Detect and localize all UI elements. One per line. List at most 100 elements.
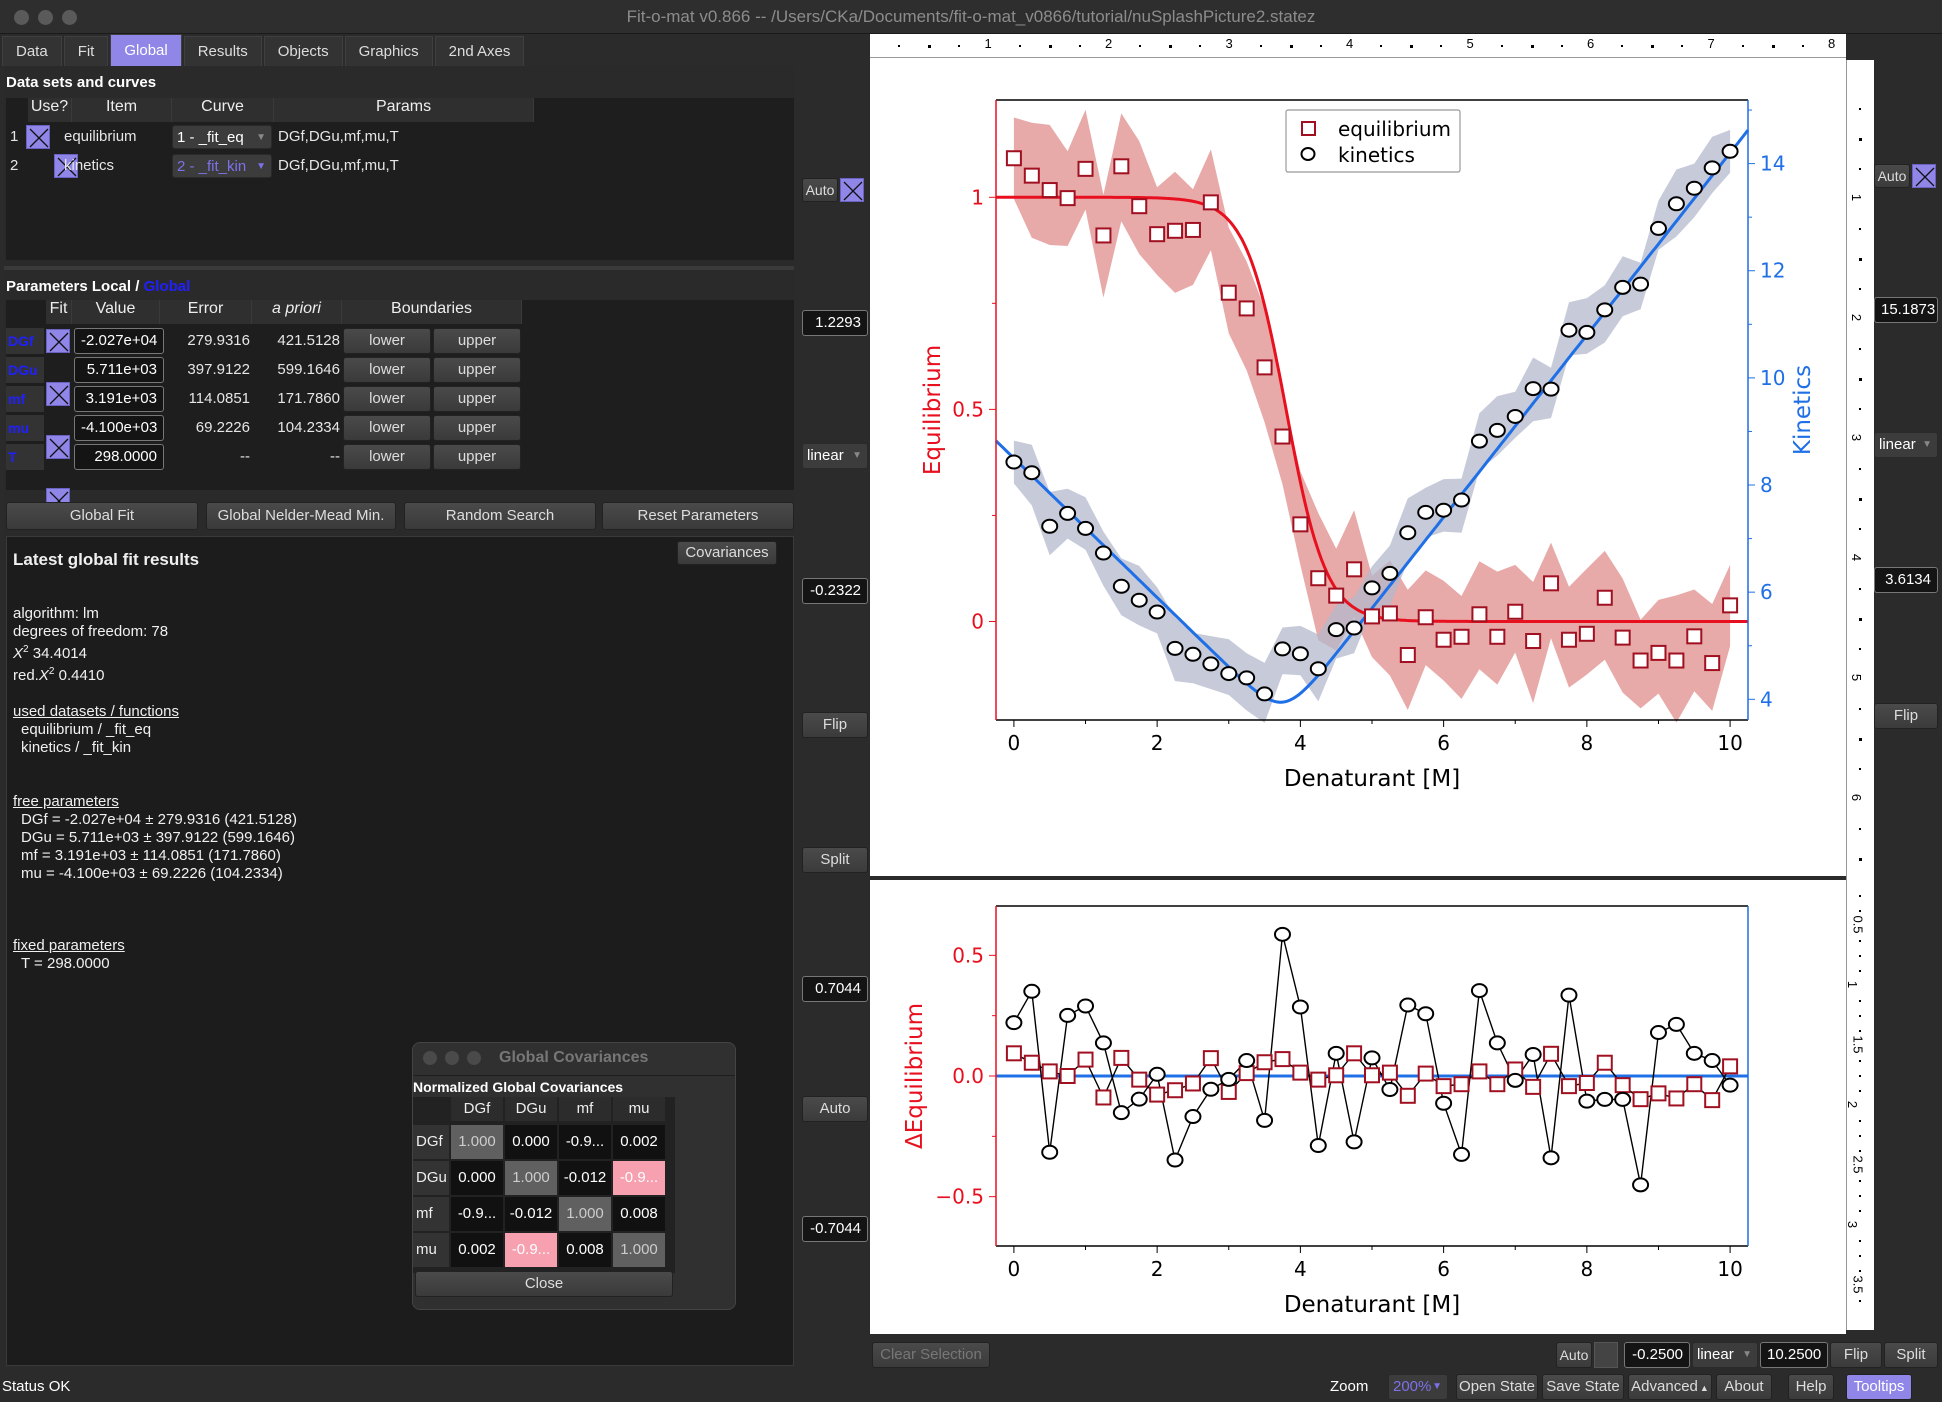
x-axis-max-input[interactable]: 10.2500 [1760,1342,1828,1368]
param-fit-checkbox[interactable] [46,382,70,406]
curve-select-1[interactable]: 1 - _fit_eq ▼ [172,125,272,149]
plot-splitter [870,876,1846,880]
cov-cell[interactable]: 0.008 [613,1197,665,1231]
left-axis-min-input[interactable]: -0.2322 [802,578,868,604]
cov-cell[interactable]: -0.9... [505,1233,557,1267]
right-axis-auto-checkbox[interactable] [1912,164,1936,188]
cov-cell[interactable]: -0.9... [559,1125,611,1159]
right-axis-max-input[interactable]: 15.1873 [1874,297,1938,323]
row-index: 1 [10,128,19,145]
left-axis-auto-checkbox[interactable] [840,178,864,202]
cov-cell[interactable]: 0.002 [613,1125,665,1159]
kinetics-point [1345,620,1363,636]
param-value-input[interactable]: 5.711e+03 [74,357,164,383]
param-upper-button[interactable]: upper [433,386,521,412]
cov-cell[interactable]: 1.000 [559,1197,611,1231]
param-value-input[interactable]: -4.100e+03 [74,415,164,441]
parameters-global-link[interactable]: Global [144,278,191,295]
advanced-button[interactable]: Advanced ▲ [1628,1374,1712,1400]
right-axis-flip-button[interactable]: Flip [1874,703,1938,729]
cov-cell[interactable]: 1.000 [505,1161,557,1195]
covariances-button[interactable]: Covariances [677,541,777,565]
param-fit-checkbox[interactable] [46,329,70,353]
x-axis-scale-select[interactable]: linear ▼ [1692,1342,1758,1368]
equilibrium-point [1149,226,1166,243]
cov-cell[interactable]: 0.008 [559,1233,611,1267]
use-checkbox-equilibrium[interactable] [26,125,50,149]
left-axis-flip-button[interactable]: Flip [802,712,868,738]
cov-cell[interactable]: 0.000 [451,1161,503,1195]
resid-axis-max-input[interactable]: 0.7044 [802,976,868,1002]
left-axis-scale-select[interactable]: linear ▼ [802,443,868,469]
close-button[interactable]: Close [415,1271,673,1297]
cov-cell[interactable]: 0.002 [451,1233,503,1267]
equilibrium-point [1417,609,1434,626]
tab-graphics[interactable]: Graphics [344,36,433,66]
dialog-close-dot[interactable] [423,1051,437,1065]
global-fit-button[interactable]: Global Fit [6,502,198,530]
save-state-button[interactable]: Save State [1542,1374,1624,1400]
cov-cell[interactable]: 0.000 [505,1125,557,1159]
param-lower-button[interactable]: lower [343,386,431,412]
tab-objects[interactable]: Objects [263,36,343,66]
param-value-input[interactable]: 298.0000 [74,444,164,470]
cov-cell[interactable]: 1.000 [451,1125,503,1159]
dialog-zoom-dot[interactable] [467,1051,481,1065]
tooltips-button[interactable]: Tooltips [1846,1374,1912,1400]
curve-select-2[interactable]: 2 - _fit_kin ▼ [172,154,272,178]
zoom-select[interactable]: 200% ▼ [1388,1374,1448,1400]
x-axis-auto-checkbox[interactable] [1594,1342,1618,1368]
resid-axis-auto-button[interactable]: Auto [802,1096,868,1122]
ruler-label: 5 [1849,673,1865,682]
x-axis-auto-label[interactable]: Auto [1556,1342,1592,1368]
help-button[interactable]: Help [1788,1374,1834,1400]
open-state-button[interactable]: Open State [1456,1374,1538,1400]
tab-data[interactable]: Data [2,36,62,66]
param-upper-button[interactable]: upper [433,357,521,383]
param-lower-button[interactable]: lower [343,357,431,383]
tab-fit[interactable]: Fit [63,36,109,66]
param-lower-button[interactable]: lower [343,415,431,441]
param-upper-button[interactable]: upper [433,444,521,470]
param-lower-button[interactable]: lower [343,328,431,354]
equilibrium-point [1095,227,1112,244]
cov-cell[interactable]: -0.9... [613,1161,665,1195]
about-button[interactable]: About [1716,1374,1772,1400]
splitter[interactable] [4,266,794,270]
equilibrium-residual-point [1202,1050,1219,1067]
x-axis-flip-button[interactable]: Flip [1830,1342,1882,1368]
cov-cell[interactable]: -0.9... [451,1197,503,1231]
left-axis-max-input[interactable]: 1.2293 [802,310,868,336]
param-fit-checkbox[interactable] [46,435,70,459]
resid-axis-min-input[interactable]: -0.7044 [802,1216,868,1242]
right-axis-scale-select[interactable]: linear ▼ [1874,432,1938,458]
cov-col-header: DGu [505,1097,557,1121]
plot-canvas[interactable]: 0 2 4 6 8 10 0 0.5 1 4 6 8 10 12 14 Denaturant [M] Equil… [870,36,1846,1334]
param-upper-button[interactable]: upper [433,328,521,354]
tab-results[interactable]: Results [183,36,262,66]
cov-cell[interactable]: 1.000 [613,1233,665,1267]
cov-cell[interactable]: -0.012 [505,1197,557,1231]
tab-2nd-axes[interactable]: 2nd Axes [434,36,525,66]
param-value-input[interactable]: 3.191e+03 [74,386,164,412]
nelder-mead-button[interactable]: Global Nelder-Mead Min. [206,502,396,530]
reset-parameters-button[interactable]: Reset Parameters [602,502,794,530]
dialog-minimize-dot[interactable] [445,1051,459,1065]
cov-cell[interactable]: -0.012 [559,1161,611,1195]
param-value-input[interactable]: -2.027e+04 [74,328,164,354]
right-axis-min-input[interactable]: 3.6134 [1874,567,1938,593]
random-search-button[interactable]: Random Search [404,502,596,530]
kinetics-residual-point [1381,1082,1399,1098]
right-axis-auto-label[interactable]: Auto [1874,164,1910,188]
left-axis-split-button[interactable]: Split [802,847,868,873]
x-axis-min-input[interactable]: -0.2500 [1624,1342,1690,1368]
ruler-tick [1859,258,1862,261]
param-lower-button[interactable]: lower [343,444,431,470]
left-axis-auto-label[interactable]: Auto [802,178,838,202]
clear-selection-button[interactable]: Clear Selection [872,1342,990,1368]
legend-equilibrium-marker [1301,121,1316,136]
tab-global[interactable]: Global [110,34,182,66]
cov-row-header: mu [413,1233,449,1267]
param-upper-button[interactable]: upper [433,415,521,441]
x-axis-split-button[interactable]: Split [1884,1342,1938,1368]
